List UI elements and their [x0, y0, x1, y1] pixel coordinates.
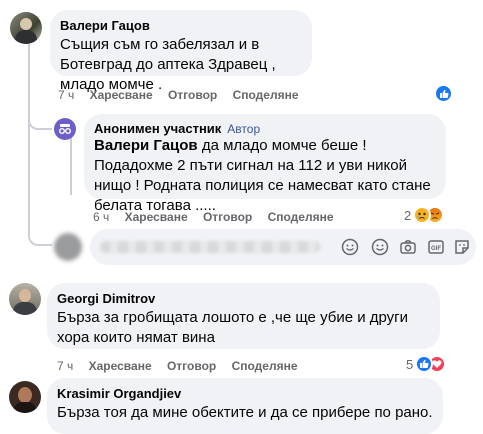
like-icon	[434, 84, 453, 103]
avatar[interactable]	[9, 381, 41, 413]
comment-time[interactable]: 7 ч	[57, 359, 73, 373]
thread-line-reply	[70, 135, 72, 195]
comment-time[interactable]: 7 ч	[58, 88, 74, 102]
share-button[interactable]: Споделяне	[232, 359, 298, 373]
comment-author[interactable]: Georgi Dimitrov	[57, 290, 155, 307]
avatar[interactable]	[10, 12, 42, 44]
reply-input[interactable]: GIF	[90, 229, 476, 265]
reaction-count: 2	[404, 207, 412, 223]
comment-bubble: Georgi Dimitrov Бърза за гробищата лошот…	[47, 283, 440, 349]
comment-author[interactable]: Валери Гацов	[60, 17, 150, 34]
thread-connector-reply-box	[28, 210, 52, 246]
comment-bubble: Анонимен участник Автор Валери Гацов да м…	[84, 114, 446, 214]
thread-line	[28, 44, 30, 236]
thread-connector	[28, 100, 52, 130]
comment-text: Бърза тоя да мине обектите и да се прибе…	[57, 404, 433, 421]
reaction-summary[interactable]: 5	[406, 355, 447, 373]
comment-actions: 7 ч Харесване Отговор Споделяне	[58, 88, 299, 102]
sticker-square-icon[interactable]	[452, 237, 472, 257]
author-badge: Автор	[227, 122, 261, 136]
reply-button[interactable]: Отговор	[203, 210, 252, 224]
comment-bubble: Krasimir Organdjiev Бърза тоя да мине об…	[47, 378, 443, 434]
comment-text: Валери Гацов да младо момче беше ! Подад…	[94, 136, 436, 216]
comment-actions: 7 ч Харесване Отговор Споделяне	[57, 359, 298, 373]
comment-author[interactable]: Krasimir Organdjiev	[57, 385, 181, 402]
share-button[interactable]: Споделяне	[233, 88, 299, 102]
reply-button[interactable]: Отговор	[168, 88, 217, 102]
emoji-icon[interactable]	[370, 237, 390, 257]
gif-icon[interactable]: GIF	[426, 237, 446, 257]
camera-icon[interactable]	[398, 237, 418, 257]
anonymous-icon	[54, 118, 76, 140]
comment-text: Същия съм го забелязал и в Ботевград до …	[60, 36, 276, 93]
comment-bubble: Валери Гацов Същия съм го забелязал и в …	[50, 10, 312, 93]
comment-actions: 6 ч Харесване Отговор Споделяне	[93, 210, 334, 224]
like-button[interactable]: Харесване	[90, 88, 153, 102]
comment-text: Бърза за гробищата лошото е ,че ще убие …	[57, 309, 409, 346]
avatar-current-user	[54, 233, 82, 261]
like-button[interactable]: Харесване	[89, 359, 152, 373]
sad-icon	[413, 206, 432, 224]
mention-link[interactable]: Валери Гацов	[94, 137, 198, 154]
avatar-anonymous[interactable]	[54, 118, 76, 140]
reaction-summary[interactable]	[434, 84, 453, 103]
reply-button[interactable]: Отговор	[167, 359, 216, 373]
share-button[interactable]: Споделяне	[268, 210, 334, 224]
like-button[interactable]: Харесване	[125, 210, 188, 224]
reaction-count: 5	[406, 356, 414, 372]
reaction-summary[interactable]: 2	[404, 206, 445, 224]
avatar[interactable]	[9, 283, 41, 315]
author-name[interactable]: Анонимен участник	[94, 121, 221, 136]
comment-time[interactable]: 6 ч	[93, 210, 109, 224]
reply-input-placeholder	[100, 241, 320, 253]
sticker-icon[interactable]	[340, 237, 360, 257]
svg-text:GIF: GIF	[431, 246, 441, 252]
